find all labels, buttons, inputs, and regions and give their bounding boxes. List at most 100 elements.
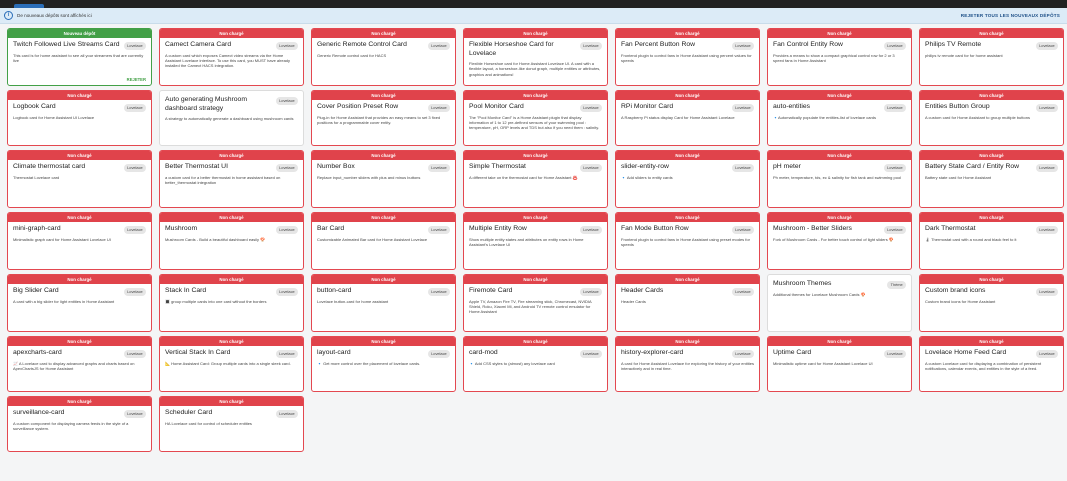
repository-card[interactable]: Non chargé layout-card Lovelace 🔹 Get mo…: [311, 336, 456, 392]
repository-card[interactable]: Non chargé button-card Lovelace Lovelace…: [311, 274, 456, 332]
repository-card[interactable]: Non chargé Dark Thermostat Lovelace 🌡 Th…: [919, 212, 1064, 270]
card-description: Mushroom Cards - Build a beautiful dashb…: [165, 236, 266, 242]
repository-card[interactable]: Non chargé Mushroom Lovelace Mushroom Ca…: [159, 212, 304, 270]
card-description: Battery state card for Home Assistant: [925, 174, 992, 180]
top-bar: [0, 0, 1067, 8]
repository-card[interactable]: Non chargé Fan Control Entity Row Lovela…: [767, 28, 912, 86]
card-title: auto-entities: [773, 103, 811, 110]
repository-card[interactable]: Non chargé Vertical Stack In Card Lovela…: [159, 336, 304, 392]
repository-card[interactable]: Non chargé Simple Thermostat Lovelace A …: [463, 150, 608, 208]
card-title: Mushroom - Better Sliders: [773, 225, 852, 232]
repository-card[interactable]: Non chargé Header Cards Lovelace Header …: [615, 274, 760, 332]
category-badge: Lovelace: [1035, 42, 1058, 50]
status-banner: Non chargé: [616, 213, 759, 222]
repository-card[interactable]: Non chargé slider-entity-row Lovelace 🔹 …: [615, 150, 760, 208]
card-title: Stack In Card: [165, 287, 207, 294]
card-title: Fan Mode Button Row: [621, 225, 689, 232]
repository-card[interactable]: Nouveau dépôt Twitch Followed Live Strea…: [7, 28, 152, 86]
status-banner: Non chargé: [464, 275, 607, 284]
category-badge: Lovelace: [427, 226, 450, 234]
repository-card[interactable]: Non chargé apexcharts-card Lovelace 📈 A …: [7, 336, 152, 392]
status-banner: Non chargé: [920, 213, 1063, 222]
card-title: Fan Control Entity Row: [773, 41, 843, 48]
status-banner: Non chargé: [616, 91, 759, 100]
card-description: Apple TV, Amazon Fire TV, Fire streaming…: [469, 298, 592, 315]
category-badge: Lovelace: [579, 226, 602, 234]
category-badge: Thème: [887, 281, 906, 289]
status-banner: Non chargé: [920, 151, 1063, 160]
card-description: Lovelace button-card for home assistant: [317, 298, 389, 304]
repository-card[interactable]: Non chargé Climate thermostat card Lovel…: [7, 150, 152, 208]
repository-card[interactable]: Non chargé Custom brand icons Lovelace C…: [919, 274, 1064, 332]
repository-card[interactable]: Non chargé Uptime Card Lovelace Minimali…: [767, 336, 912, 392]
repository-card[interactable]: Non chargé RPi Monitor Card Lovelace A R…: [615, 90, 760, 146]
card-title: RPi Monitor Card: [621, 103, 674, 110]
repository-card[interactable]: Non chargé card-mod Lovelace 🔹 Add CSS s…: [463, 336, 608, 392]
card-description: Flexible Horseshoe card for Home Assista…: [469, 61, 601, 77]
dismiss-all-button[interactable]: REJETER TOUS LES NOUVEAUX DÉPÔTS: [961, 13, 1060, 18]
repository-card[interactable]: Non chargé Stack In Card Lovelace 🔳 grou…: [159, 274, 304, 332]
info-icon: i: [4, 11, 13, 20]
card-description: Additional themes for Lovelace Mushroom …: [773, 291, 866, 297]
card-description: A custom Lovelace card for displaying a …: [925, 360, 1042, 371]
repository-card[interactable]: Non chargé Cover Position Preset Row Lov…: [311, 90, 456, 146]
card-title: Pool Monitor Card: [469, 103, 524, 110]
card-description: Custom brand icons for Home Assistant: [925, 298, 996, 304]
repository-card[interactable]: Non chargé Fan Percent Button Row Lovela…: [615, 28, 760, 86]
repository-card[interactable]: Non chargé Philips TV Remote Lovelace ph…: [919, 28, 1064, 86]
card-description: A different take on the thermostat card …: [469, 174, 578, 180]
repository-card[interactable]: Non chargé Fan Mode Button Row Lovelace …: [615, 212, 760, 270]
card-description: Customizable Animated Bar card for Home …: [317, 236, 428, 242]
category-badge: Lovelace: [123, 288, 146, 296]
repository-card[interactable]: Mushroom Themes Thème Additional themes …: [767, 274, 912, 332]
card-description: 📈 A Lovelace card to display advanced gr…: [13, 360, 135, 371]
category-badge: Lovelace: [1035, 350, 1058, 358]
repository-card[interactable]: Non chargé Entities Button Group Lovelac…: [919, 90, 1064, 146]
status-banner: Non chargé: [160, 275, 303, 284]
card-description: 🔹 Add CSS styles to (almost) any lovelac…: [469, 360, 555, 366]
repository-card[interactable]: Non chargé Bar Card Lovelace Customizabl…: [311, 212, 456, 270]
category-badge: Lovelace: [275, 288, 298, 296]
category-badge: Lovelace: [275, 42, 298, 50]
status-banner: Non chargé: [920, 29, 1063, 38]
card-description: Header Cards: [621, 298, 646, 304]
notice-message: De nouveaux dépôts sont affichés ici: [17, 13, 92, 18]
status-banner: Non chargé: [616, 337, 759, 346]
repository-card[interactable]: Non chargé Multiple Entity Row Lovelace …: [463, 212, 608, 270]
repository-card[interactable]: Non chargé auto-entities Lovelace 🔹Autom…: [767, 90, 912, 146]
status-banner: Non chargé: [616, 151, 759, 160]
repository-card[interactable]: Non chargé surveillance-card Lovelace A …: [7, 396, 152, 452]
status-banner: Non chargé: [768, 151, 911, 160]
repository-card[interactable]: Non chargé Mushroom - Better Sliders Lov…: [767, 212, 912, 270]
repository-card[interactable]: Non chargé Scheduler Card Lovelace HA Lo…: [159, 396, 304, 452]
repository-card[interactable]: Non chargé Number Box Lovelace Replace i…: [311, 150, 456, 208]
repository-card[interactable]: Non chargé Flexible Horseshoe Card for L…: [463, 28, 608, 86]
card-description: Logbook card for Home Assistant UI Lovel…: [13, 114, 95, 120]
status-banner: Non chargé: [616, 29, 759, 38]
repository-card[interactable]: Non chargé mini-graph-card Lovelace Mini…: [7, 212, 152, 270]
card-description: 📐 Home Assistant Card: Group multiple ca…: [165, 360, 291, 366]
repository-card[interactable]: Non chargé Firemote Card Lovelace Apple …: [463, 274, 608, 332]
repository-card[interactable]: Non chargé Battery State Card / Entity R…: [919, 150, 1064, 208]
repository-card[interactable]: Non chargé Pool Monitor Card Lovelace Th…: [463, 90, 608, 146]
repository-card[interactable]: Non chargé Big Slider Card Lovelace A ca…: [7, 274, 152, 332]
dismiss-button[interactable]: REJETER: [127, 77, 146, 82]
card-description: A strategy to automatically generate a d…: [165, 116, 294, 121]
repository-card[interactable]: Non chargé Generic Remote Control Card L…: [311, 28, 456, 86]
repository-card[interactable]: Auto generating Mushroom dashboard strat…: [159, 90, 304, 146]
status-banner: Non chargé: [8, 151, 151, 160]
status-banner: Non chargé: [312, 213, 455, 222]
repository-card[interactable]: Non chargé Camect Camera Card Lovelace A…: [159, 28, 304, 86]
category-badge: Lovelace: [731, 42, 754, 50]
card-description: 🌡 Thermostat card with a round and black…: [925, 236, 1017, 242]
card-title: Dark Thermostat: [925, 225, 976, 232]
card-title: Mushroom: [165, 225, 198, 232]
repository-card[interactable]: Non chargé pH meter Lovelace Ph meter, t…: [767, 150, 912, 208]
repository-card[interactable]: Non chargé Lovelace Home Feed Card Lovel…: [919, 336, 1064, 392]
repository-card[interactable]: Non chargé Logbook Card Lovelace Logbook…: [7, 90, 152, 146]
category-badge: Lovelace: [275, 97, 298, 105]
repository-card[interactable]: Non chargé Better Thermostat UI Lovelace…: [159, 150, 304, 208]
category-badge: Lovelace: [275, 164, 298, 172]
category-badge: Lovelace: [123, 42, 146, 50]
repository-card[interactable]: Non chargé history-explorer-card Lovelac…: [615, 336, 760, 392]
